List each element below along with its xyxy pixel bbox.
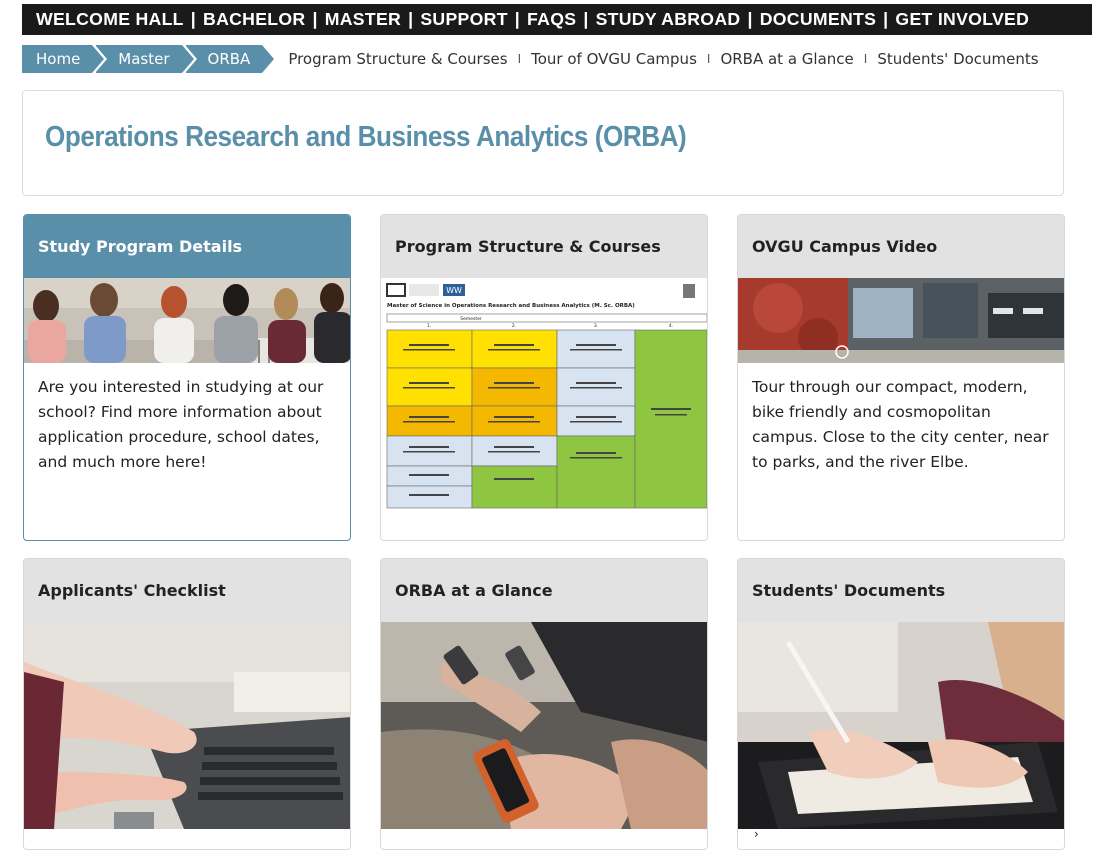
nav-study-abroad[interactable]: STUDY ABROAD xyxy=(596,9,741,30)
quick-link-program-structure[interactable]: Program Structure & Courses xyxy=(288,50,507,68)
card-program-structure[interactable]: Program Structure & Courses WW Master of… xyxy=(380,214,708,541)
quick-link-orba-glance[interactable]: ORBA at a Glance xyxy=(720,50,853,68)
card-description: Are you interested in studying at our sc… xyxy=(38,378,324,471)
program-structure-image: WW Master of Science in Operations Resea… xyxy=(381,278,707,509)
breadcrumb: Home Master ORBA Program Structure & Cou… xyxy=(22,45,1080,73)
semester-label: 4. xyxy=(669,323,673,329)
breadcrumb-home[interactable]: Home xyxy=(22,45,108,73)
card-students-documents[interactable]: Students' Documents › xyxy=(737,558,1065,850)
nav-documents[interactable]: DOCUMENTS xyxy=(760,9,876,30)
nav-separator: | xyxy=(408,9,414,29)
nav-separator: | xyxy=(514,9,521,29)
card-orba-at-a-glance[interactable]: ORBA at a Glance xyxy=(380,558,708,850)
card-title: Program Structure & Courses xyxy=(381,215,707,278)
card-title: Applicants' Checklist xyxy=(24,559,350,622)
nav-separator: | xyxy=(312,9,318,29)
doc-title: Master of Science in Operations Research… xyxy=(387,303,635,309)
card-title: ORBA at a Glance xyxy=(381,559,707,622)
semester-label: 2. xyxy=(512,323,516,329)
breadcrumb-master[interactable]: Master xyxy=(96,45,197,73)
quick-links: Program Structure & Courses I Tour of OV… xyxy=(288,50,1038,68)
nav-welcome-hall[interactable]: WELCOME HALL xyxy=(36,9,184,30)
quick-link-students-documents[interactable]: Students' Documents xyxy=(877,50,1038,68)
doc-header: Semester xyxy=(460,316,482,322)
nav-faqs[interactable]: FAQS xyxy=(527,9,576,30)
quick-link-separator: I xyxy=(706,52,711,66)
logo-text: WW xyxy=(446,286,462,295)
quick-link-campus-tour[interactable]: Tour of OVGU Campus xyxy=(531,50,697,68)
page-title: Operations Research and Business Analyti… xyxy=(45,121,687,153)
nav-separator: | xyxy=(583,9,589,29)
nav-get-involved[interactable]: GET INVOLVED xyxy=(895,9,1029,30)
semester-label: 1. xyxy=(427,323,431,329)
semester-label: 3. xyxy=(594,323,598,329)
laptop-typing-image xyxy=(24,622,350,829)
card-applicants-checklist[interactable]: Applicants' Checklist xyxy=(23,558,351,850)
nav-bachelor[interactable]: BACHELOR xyxy=(203,9,305,30)
nav-separator: | xyxy=(747,9,753,29)
nav-separator: | xyxy=(883,9,889,29)
top-navigation: WELCOME HALL | BACHELOR | MASTER | SUPPO… xyxy=(22,4,1092,35)
students-group-image xyxy=(24,278,350,363)
page-title-box: Operations Research and Business Analyti… xyxy=(22,90,1064,196)
breadcrumb-orba[interactable]: ORBA xyxy=(185,45,275,73)
card-study-program-details[interactable]: Study Program Details Are you interested… xyxy=(23,214,351,541)
quick-link-separator: I xyxy=(517,52,522,66)
nav-support[interactable]: SUPPORT xyxy=(420,9,507,30)
campus-video-image xyxy=(738,278,1064,363)
card-description: Tour through our compact, modern, bike f… xyxy=(752,378,1049,471)
nav-separator: | xyxy=(190,9,197,29)
chevron-right-icon[interactable]: › xyxy=(754,827,759,841)
quick-link-separator: I xyxy=(863,52,868,66)
card-title: Study Program Details xyxy=(24,215,350,278)
smartphones-image xyxy=(381,622,707,829)
card-title: Students' Documents xyxy=(738,559,1064,622)
card-campus-video[interactable]: OVGU Campus Video Tour through our compa… xyxy=(737,214,1065,541)
card-title: OVGU Campus Video xyxy=(738,215,1064,278)
nav-master[interactable]: MASTER xyxy=(325,9,401,30)
writing-notebook-image xyxy=(738,622,1064,829)
